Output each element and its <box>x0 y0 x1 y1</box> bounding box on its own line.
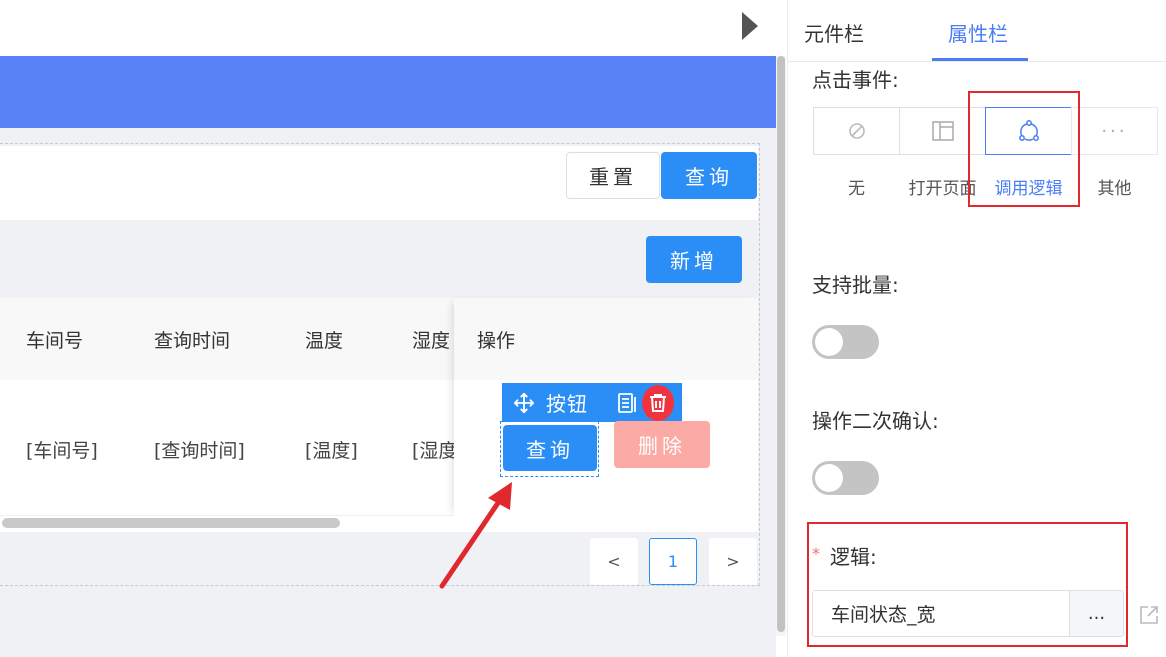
reset-button[interactable]: 重置 <box>566 152 660 199</box>
horizontal-scrollbar[interactable] <box>0 516 758 530</box>
column-header-actions: 操作 <box>477 330 516 352</box>
design-canvas: 重置 查询 新增 车间号 查询时间 温度 湿度 [车间号] [查询时间] [温度… <box>0 0 776 657</box>
tab-components[interactable]: 元件栏 <box>804 18 864 47</box>
next-page-button[interactable]: > <box>709 538 757 585</box>
prev-page-button[interactable]: < <box>590 538 638 585</box>
ban-icon <box>848 123 865 139</box>
open-external-icon[interactable] <box>1138 604 1160 626</box>
cell-temperature: [温度] <box>305 440 358 462</box>
vertical-scrollbar[interactable] <box>776 56 786 636</box>
cell-query-time: [查询时间] <box>154 440 245 462</box>
batch-toggle[interactable] <box>812 325 879 359</box>
component-type-label: 按钮 <box>546 392 588 416</box>
confirm-toggle[interactable] <box>812 461 879 495</box>
event-option-none-label: 无 <box>848 179 865 199</box>
page-header-banner <box>0 56 776 128</box>
highlight-logic-field-box <box>807 522 1128 647</box>
move-icon[interactable] <box>502 392 546 414</box>
tab-properties[interactable]: 属性栏 <box>948 18 1008 47</box>
cell-humidity: [湿度 <box>412 440 458 462</box>
event-option-other[interactable]: ··· <box>1071 107 1158 155</box>
vertical-scroll-thumb[interactable] <box>777 56 785 632</box>
highlight-call-logic-box <box>968 91 1080 207</box>
canvas-top-bar <box>0 0 776 56</box>
page-number-button[interactable]: 1 <box>649 538 697 585</box>
delete-component-icon[interactable] <box>642 385 674 421</box>
click-event-label: 点击事件: <box>812 68 899 92</box>
collapse-panel-icon[interactable] <box>742 12 758 40</box>
copy-icon[interactable] <box>610 392 644 414</box>
tab-divider <box>788 61 1166 62</box>
cell-workshop: [车间号] <box>26 440 98 462</box>
column-header-query-time: 查询时间 <box>154 330 231 352</box>
layout-icon <box>931 121 954 141</box>
column-header-workshop: 车间号 <box>26 330 84 352</box>
annotation-arrow-icon <box>439 482 512 589</box>
horizontal-scroll-thumb[interactable] <box>2 518 340 528</box>
row-query-button[interactable]: 查询 <box>503 425 597 471</box>
query-button[interactable]: 查询 <box>661 152 757 199</box>
column-header-temperature: 温度 <box>305 330 344 352</box>
event-option-other-label: 其他 <box>1097 179 1132 199</box>
add-button[interactable]: 新增 <box>646 236 742 283</box>
batch-label: 支持批量: <box>812 273 899 297</box>
action-column-header: 操作 <box>454 298 758 380</box>
more-dots-icon: ··· <box>1101 120 1128 142</box>
column-header-humidity: 湿度 <box>412 330 451 352</box>
row-delete-button[interactable]: 删除 <box>614 421 710 468</box>
event-option-none[interactable] <box>813 107 900 155</box>
confirm-label: 操作二次确认: <box>812 409 939 433</box>
